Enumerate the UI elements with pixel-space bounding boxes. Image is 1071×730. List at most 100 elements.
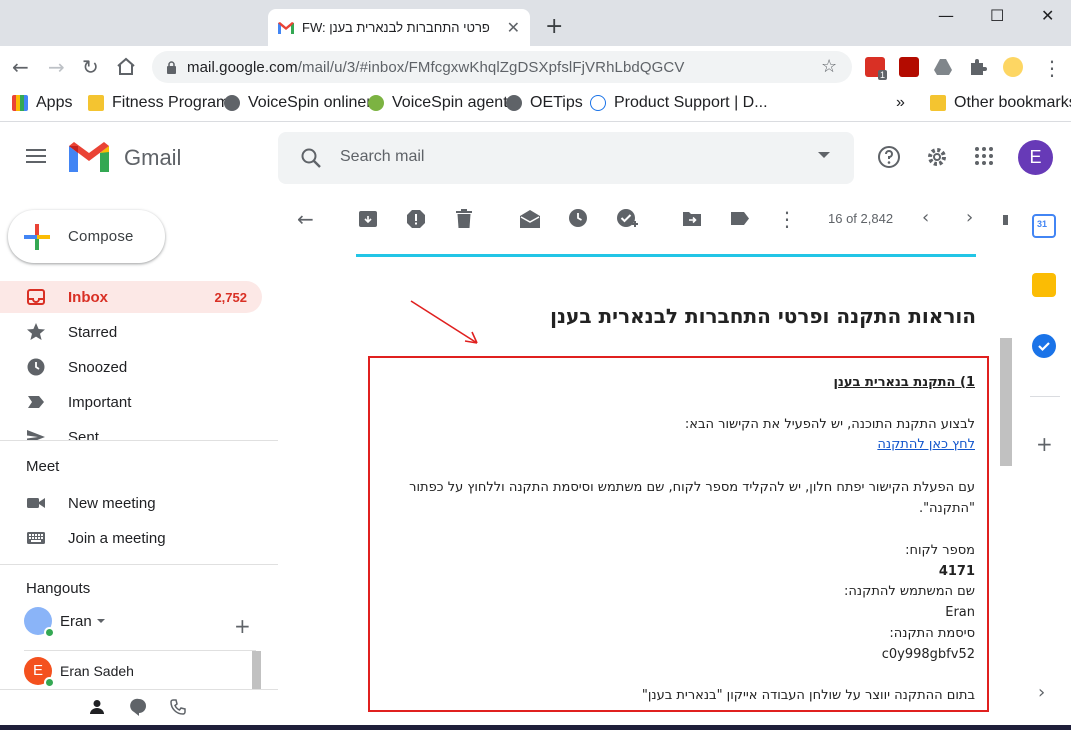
highlight-box: 1) התקנת בנארית בענן לבצוע התקנת התוכנה,… xyxy=(368,356,989,712)
gmail-brand: Gmail xyxy=(124,145,182,170)
hangouts-user-selector[interactable]: Eran xyxy=(24,607,105,638)
bookmarks-overflow-icon[interactable]: » xyxy=(896,94,905,112)
window-instruction-line1: עם הפעלת הקישור יפתח חלון, יש להקליד מספ… xyxy=(409,480,975,495)
hangouts-section-title: Hangouts xyxy=(26,580,91,597)
get-addons-plus-icon[interactable]: + xyxy=(1036,432,1053,456)
compose-button[interactable]: Compose xyxy=(8,210,165,263)
calendar-icon[interactable]: 31 xyxy=(1032,214,1056,238)
bookmark-label: VoiceSpin onliner xyxy=(248,94,372,111)
nav-label: Important xyxy=(68,393,132,411)
hangouts-user-avatar xyxy=(24,607,55,638)
bookmark-oetips[interactable]: OETips xyxy=(506,94,583,112)
pdf-extension-icon[interactable] xyxy=(899,57,919,77)
contacts-person-icon[interactable] xyxy=(89,699,105,715)
label-tag-icon[interactable] xyxy=(730,211,750,226)
forward-icon[interactable]: → xyxy=(48,55,65,79)
main-menu-icon[interactable] xyxy=(26,149,46,163)
home-icon[interactable] xyxy=(116,57,136,76)
dell-icon xyxy=(590,95,606,111)
contact-name: Eran Sadeh xyxy=(60,663,134,679)
bookmark-label: OETips xyxy=(530,94,583,111)
hangouts-user-name: Eran xyxy=(60,612,92,630)
send-icon xyxy=(27,430,45,440)
meet-divider xyxy=(0,564,278,565)
report-spam-icon[interactable] xyxy=(406,209,426,229)
bookmark-voicespin-onliner[interactable]: VoiceSpin onliner xyxy=(224,94,372,112)
check-icon xyxy=(1038,342,1050,352)
back-to-inbox-icon[interactable]: ← xyxy=(297,207,314,231)
tab-close-icon[interactable]: ✕ xyxy=(507,18,520,38)
browser-tab[interactable]: FW: פרטי התחברות לבנארית בענן ✕ xyxy=(268,9,530,46)
newer-chevron-icon[interactable]: ‹ xyxy=(922,207,929,228)
cyan-rule xyxy=(356,254,976,257)
url-host: mail.google.com xyxy=(187,58,298,76)
window-close-icon[interactable]: ✕ xyxy=(1041,6,1054,25)
phone-call-icon[interactable] xyxy=(170,699,186,715)
install-link[interactable]: לחץ כאן להתקנה xyxy=(877,437,975,452)
new-conversation-icon[interactable]: + xyxy=(234,614,251,638)
puzzle-extensions-icon[interactable] xyxy=(968,57,988,77)
nav-label: Snoozed xyxy=(68,358,128,376)
nav-label: Sent xyxy=(68,428,99,441)
hangouts-chat-icon[interactable] xyxy=(130,698,148,716)
input-tools-icon[interactable] xyxy=(1003,215,1008,225)
address-bar[interactable]: mail.google.com/mail/u/3/#inbox/FMfcgxwK… xyxy=(152,51,852,83)
window-instruction-line2: "התקנה". xyxy=(918,501,975,516)
bookmark-product-support[interactable]: Product Support | D... xyxy=(590,94,768,112)
bookmark-voicespin-agent[interactable]: VoiceSpin agent xyxy=(368,94,508,112)
keep-icon[interactable] xyxy=(1032,273,1056,297)
video-camera-icon xyxy=(27,498,45,508)
maximize-icon[interactable]: ☐ xyxy=(990,6,1004,25)
older-chevron-icon[interactable]: › xyxy=(966,207,973,228)
tasks-icon[interactable] xyxy=(1032,334,1056,358)
address-url: mail.google.com/mail/u/3/#inbox/FMfcgxwK… xyxy=(187,59,684,76)
message-pager: 16 of 2,842 xyxy=(828,211,894,226)
archive-icon[interactable] xyxy=(358,210,378,228)
nav-item-starred[interactable]: Starred xyxy=(0,316,262,348)
snooze-clock-icon[interactable] xyxy=(568,208,588,228)
leaf-icon xyxy=(368,95,384,111)
browser-tabbar xyxy=(0,0,1071,46)
bookmark-label: Other bookmarks xyxy=(954,94,1071,111)
nav-item-snoozed[interactable]: Snoozed xyxy=(0,351,262,383)
adblock-extension-icon[interactable]: 1 xyxy=(865,57,887,80)
hangouts-contact[interactable]: E Eran Sadeh xyxy=(24,657,134,688)
search-mail-input[interactable]: Search mail xyxy=(278,132,854,184)
bookmark-label: Fitness Program xyxy=(112,94,230,111)
hangouts-scrollbar[interactable] xyxy=(252,651,261,689)
bookmark-star-icon[interactable]: ☆ xyxy=(821,56,837,77)
folder-icon xyxy=(88,95,104,111)
star-icon xyxy=(27,323,45,340)
bookmark-fitness[interactable]: Fitness Program xyxy=(88,94,229,112)
delete-trash-icon[interactable] xyxy=(455,209,473,229)
google-apps-icon[interactable] xyxy=(973,145,995,167)
minimize-icon[interactable]: — xyxy=(938,6,954,25)
back-icon[interactable]: ← xyxy=(12,55,29,79)
new-meeting-button[interactable]: New meeting xyxy=(26,493,156,513)
join-meeting-button[interactable]: Join a meeting xyxy=(26,528,166,548)
add-to-tasks-icon[interactable] xyxy=(616,208,638,230)
reload-icon[interactable]: ↻ xyxy=(82,55,99,79)
move-to-icon[interactable] xyxy=(682,210,702,227)
nav-item-important[interactable]: Important xyxy=(0,386,262,418)
settings-gear-icon[interactable] xyxy=(925,145,949,169)
inbox-icon xyxy=(27,289,45,305)
nav-item-sent[interactable]: Sent xyxy=(0,421,262,440)
drive-extension-icon[interactable] xyxy=(933,57,953,77)
help-icon[interactable] xyxy=(877,145,901,169)
nav-label: Inbox xyxy=(68,288,108,306)
more-options-icon[interactable]: ⋮ xyxy=(777,207,797,231)
bookmark-other[interactable]: Other bookmarks xyxy=(930,94,1071,112)
account-avatar[interactable]: E xyxy=(1018,140,1053,175)
search-options-icon[interactable] xyxy=(818,152,830,158)
new-tab-icon[interactable]: + xyxy=(545,14,563,39)
mark-unread-icon[interactable] xyxy=(519,209,541,229)
globe-icon xyxy=(506,95,522,111)
browser-menu-icon[interactable]: ⋮ xyxy=(1042,56,1062,80)
expand-panel-chevron-icon[interactable]: › xyxy=(1038,682,1045,703)
profile-avatar-icon[interactable] xyxy=(1003,57,1023,77)
search-icon[interactable] xyxy=(300,147,322,169)
nav-item-inbox[interactable]: Inbox 2,752 xyxy=(0,281,262,313)
bookmark-apps[interactable]: Apps xyxy=(12,94,72,112)
message-scrollbar[interactable] xyxy=(1000,338,1012,466)
